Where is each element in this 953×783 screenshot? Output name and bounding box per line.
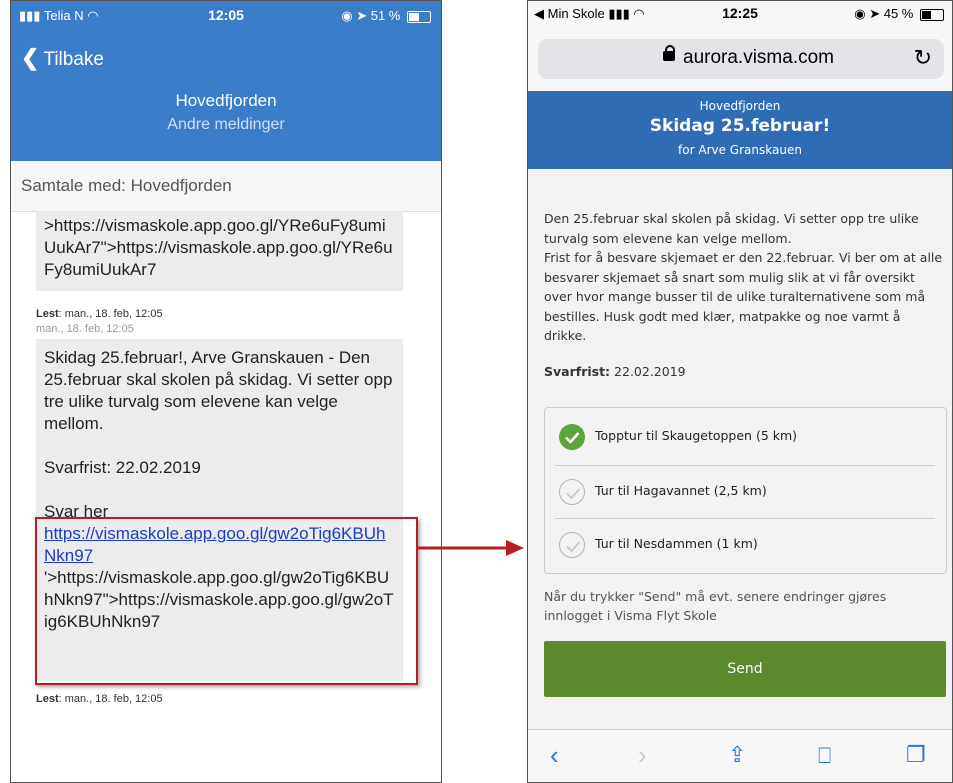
option-label: Tur til Hagavannet (2,5 km) <box>595 483 767 498</box>
battery-icon <box>920 8 944 21</box>
conversation-header: Samtale med: Hovedfjorden <box>11 161 441 212</box>
form-body: Den 25.februar skal skolen på skidag. Vi… <box>528 169 952 729</box>
message-text: >https://vismaskole.app.goo.gl/YRe6uFy8u… <box>44 216 393 279</box>
battery-percent: 51 % <box>370 8 401 23</box>
option-item[interactable]: Tur til Nesdammen (1 km) <box>555 518 935 573</box>
option-item[interactable]: Tur til Hagavannet (2,5 km) <box>555 465 935 520</box>
forward-icon[interactable]: › <box>638 740 647 771</box>
orientation-lock-icon: ◉ <box>854 6 866 21</box>
school-name: Hovedfjorden <box>699 99 781 113</box>
read-time: : man., 18. feb, 12:05 <box>58 308 163 320</box>
status-right: ◉ ➤ 51 % <box>341 8 431 24</box>
url-text: aurora.visma.com <box>683 47 834 68</box>
read-time: : man., 18. feb, 12:05 <box>58 693 163 705</box>
read-label: Lest <box>36 308 59 320</box>
deadline-value: 22.02.2019 <box>610 364 686 379</box>
option-label: Topptur til Skaugetoppen (5 km) <box>595 428 798 443</box>
orientation-lock-icon: ◉ <box>341 8 353 23</box>
message-deadline: Svarfrist: 22.02.2019 <box>44 458 201 477</box>
form-banner: Hovedfjorden Skidag 25.februar! for Arve… <box>528 91 952 169</box>
bookmarks-icon[interactable]: ⎕ <box>818 743 831 769</box>
tabs-icon[interactable]: ❐ <box>906 742 926 768</box>
location-icon: ➤ <box>869 6 881 21</box>
browser-top: ◀ Min Skole ▮▮▮ ◠ 12:25 ◉ ➤ 45 % aurora.… <box>528 1 952 91</box>
checkmark-unchecked-icon <box>559 479 585 505</box>
battery-icon <box>407 10 431 23</box>
reload-icon[interactable]: ↻ <box>914 45 932 71</box>
checkmark-checked-icon <box>559 424 585 450</box>
status-right: ◉ ➤ 45 % <box>854 6 944 22</box>
arrow-right-icon <box>416 540 524 556</box>
option-list: Topptur til Skaugetoppen (5 km) Tur til … <box>544 407 947 574</box>
chevron-left-icon: ❮ <box>21 45 40 70</box>
checkmark-unchecked-icon <box>559 532 585 558</box>
location-icon: ➤ <box>356 8 368 23</box>
page-title: Hovedfjorden <box>175 91 277 110</box>
deadline: Svarfrist: 22.02.2019 <box>544 364 686 379</box>
message-thread[interactable]: Samtale med: Hovedfjorden >https://visma… <box>11 161 441 782</box>
form-heading: Skidag 25.februar! <box>649 116 831 136</box>
back-icon[interactable]: ‹ <box>550 740 559 771</box>
read-receipt: Lest: man., 18. feb, 12:05 <box>36 308 163 320</box>
read-label: Lest <box>36 693 59 705</box>
send-button[interactable]: Send <box>544 641 946 697</box>
messages-header: ▮▮▮ Telia N ◠ 12:05 ◉ ➤ 51 % ❮ Tilbake Ho… <box>11 1 441 161</box>
back-label: Tilbake <box>43 49 104 70</box>
sent-time: man., 18. feb, 12:05 <box>36 323 134 335</box>
message-text: Skidag 25.februar!, Arve Granskauen - De… <box>44 348 393 433</box>
option-label: Tur til Nesdammen (1 km) <box>595 536 758 551</box>
browser-toolbar: ‹ › ⇪ ⎕ ❐ <box>528 729 952 782</box>
message-bubble: >https://vismaskole.app.goo.gl/YRe6uFy8u… <box>36 211 403 291</box>
share-icon[interactable]: ⇪ <box>728 742 746 768</box>
status-bar: ◀ Min Skole ▮▮▮ ◠ 12:25 ◉ ➤ 45 % <box>528 1 952 23</box>
lock-icon <box>663 45 675 61</box>
option-item[interactable]: Topptur til Skaugetoppen (5 km) <box>555 410 935 465</box>
read-receipt: Lest: man., 18. feb, 12:05 <box>36 693 163 705</box>
status-bar: ▮▮▮ Telia N ◠ 12:05 ◉ ➤ 51 % <box>11 1 441 29</box>
battery-percent: 45 % <box>883 6 914 21</box>
send-note: Når du trykker "Send" må evt. senere end… <box>544 589 887 623</box>
address-bar[interactable]: aurora.visma.com ↻ <box>538 39 944 79</box>
form-description: Den 25.februar skal skolen på skidag. Vi… <box>544 211 943 343</box>
back-button[interactable]: ❮ Tilbake <box>21 45 104 71</box>
highlight-box <box>35 517 418 685</box>
page-subtitle: Andre meldinger <box>167 116 285 133</box>
deadline-label: Svarfrist: <box>544 364 611 379</box>
form-recipient: for Arve Granskauen <box>678 143 802 157</box>
right-phone-screen: ◀ Min Skole ▮▮▮ ◠ 12:25 ◉ ➤ 45 % aurora.… <box>527 0 953 783</box>
conversation-label: Samtale med: Hovedfjorden <box>21 176 232 195</box>
